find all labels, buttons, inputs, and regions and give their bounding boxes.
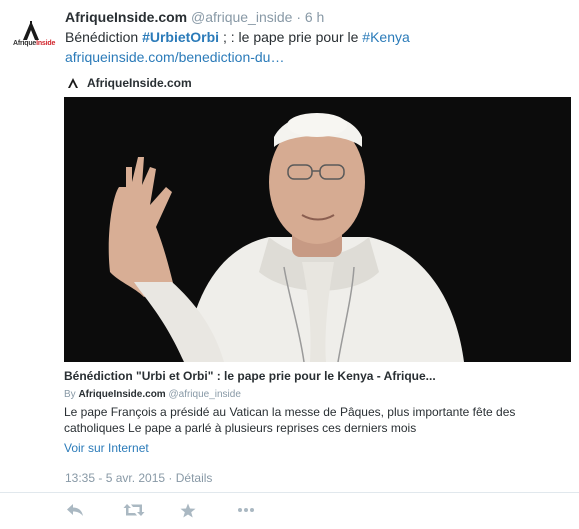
card-description: Le pape François a présidé au Vatican la… bbox=[64, 405, 516, 435]
avatar-brand-text: AfriqueInside bbox=[13, 40, 56, 47]
tweet-header: AfriqueInside.com @afrique_inside · 6 h bbox=[65, 7, 324, 27]
tweet-meta: 13:35 - 5 avr. 2015 · Détails bbox=[65, 471, 212, 485]
hashtag-urbietorbi[interactable]: #UrbietOrbi bbox=[142, 29, 219, 45]
card-byline: By AfriqueInside.com @afrique_inside bbox=[64, 389, 241, 400]
tweet-text-middle: ; : le pape prie pour le bbox=[219, 29, 363, 45]
header-separator: · bbox=[296, 9, 301, 25]
more-button[interactable] bbox=[237, 500, 294, 520]
card-title[interactable]: Bénédiction "Urbi et Orbi" : le pape pri… bbox=[64, 369, 436, 383]
view-on-web-link[interactable]: Voir sur Internet bbox=[64, 441, 149, 455]
actions-divider bbox=[0, 492, 579, 493]
more-icon bbox=[238, 508, 254, 512]
summary-card[interactable]: Bénédiction "Urbi et Orbi" : le pape pri… bbox=[64, 97, 571, 461]
byline-author[interactable]: AfriqueInside.com bbox=[78, 389, 165, 400]
display-name[interactable]: AfriqueInside.com bbox=[65, 9, 187, 25]
byline-handle[interactable]: @afrique_inside bbox=[166, 389, 240, 400]
avatar[interactable]: AfriqueInside bbox=[9, 20, 55, 50]
tweet-text-line: Bénédiction #UrbietOrbi ; : le pape prie… bbox=[65, 27, 570, 47]
attribution-site-name: AfriqueInside.com bbox=[87, 76, 192, 90]
details-link[interactable]: Détails bbox=[176, 471, 213, 485]
tweet-text: Bénédiction #UrbietOrbi ; : le pape prie… bbox=[65, 27, 570, 67]
tweet-timestamp[interactable]: 13:35 - 5 avr. 2015 bbox=[65, 471, 165, 485]
favorite-button[interactable] bbox=[180, 500, 237, 520]
site-logo-icon bbox=[68, 78, 78, 88]
favorite-icon bbox=[180, 503, 196, 517]
retweet-icon bbox=[123, 504, 145, 516]
retweet-button[interactable] bbox=[123, 500, 180, 520]
tweet-age[interactable]: 6 h bbox=[305, 9, 324, 25]
meta-separator: · bbox=[165, 471, 176, 485]
tweet-actions bbox=[66, 500, 294, 520]
user-handle[interactable]: @afrique_inside bbox=[191, 9, 292, 25]
afriqueinside-logo-icon bbox=[23, 21, 39, 40]
pope-photo-image bbox=[64, 97, 571, 362]
hashtag-kenya[interactable]: #Kenya bbox=[362, 29, 409, 45]
tweet-link[interactable]: afriqueinside.com/benediction-du… bbox=[65, 49, 284, 65]
reply-icon bbox=[67, 504, 83, 516]
tweet-text-prefix: Bénédiction bbox=[65, 29, 143, 45]
card-photo[interactable] bbox=[64, 97, 571, 362]
card-attribution[interactable]: AfriqueInside.com bbox=[65, 74, 192, 92]
byline-label: By bbox=[64, 389, 79, 400]
reply-button[interactable] bbox=[66, 500, 123, 520]
tweet: AfriqueInside AfriqueInside.com @afrique… bbox=[0, 0, 579, 529]
